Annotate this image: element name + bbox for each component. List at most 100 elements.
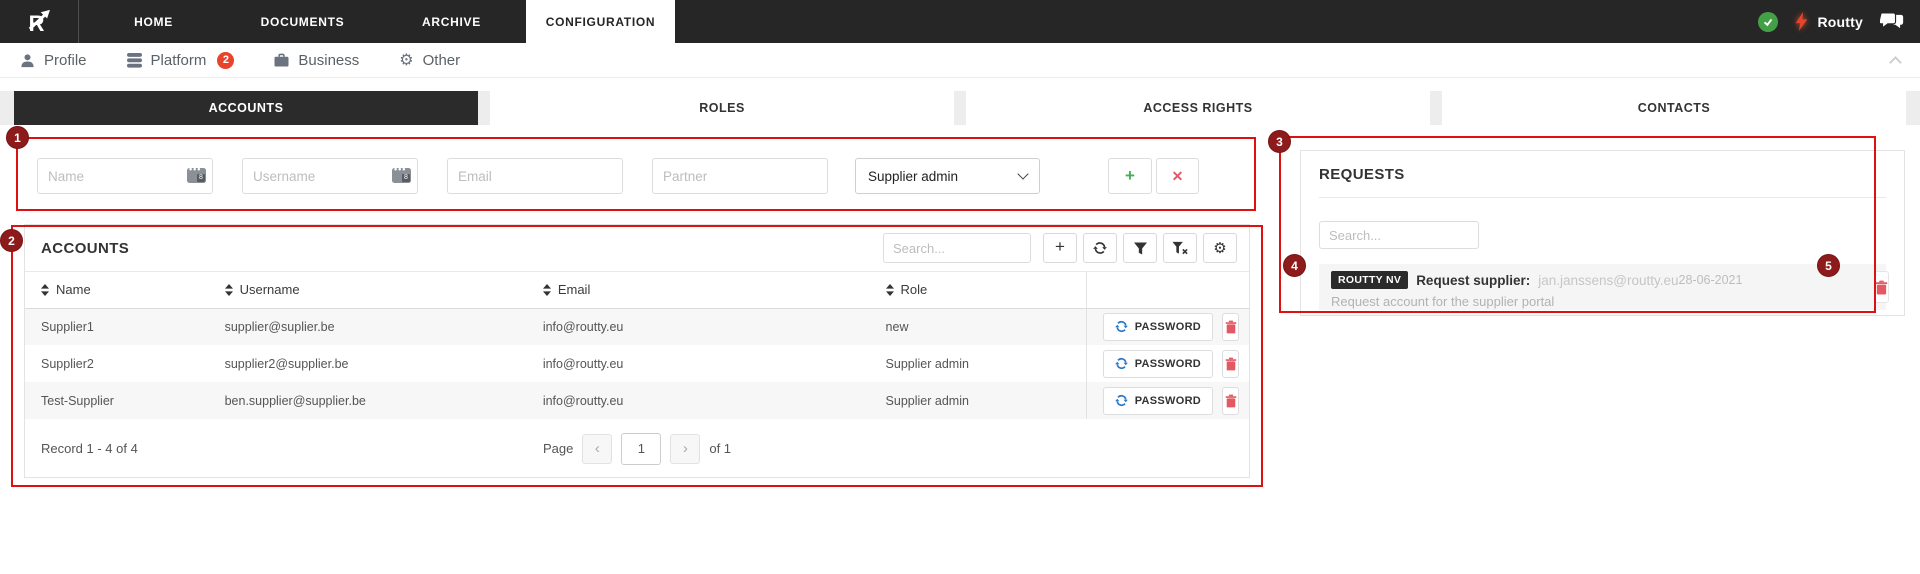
routty-logo[interactable]: R [0,0,79,43]
cell-email: info@routty.eu [527,382,870,419]
column-header-role[interactable]: Role [870,272,1087,308]
subnav-item-platform[interactable]: Platform 2 [127,52,235,69]
input-mask-icon: ••• 8 [187,168,206,183]
subnav-label-other: Other [423,52,461,69]
add-account-button[interactable]: + [1108,158,1152,194]
column-header-name[interactable]: Name [25,272,209,308]
page-number-input[interactable] [621,433,661,465]
subnav-item-business[interactable]: Business [274,52,359,69]
request-list-item: ROUTTY NV Request supplier: jan.janssens… [1319,264,1886,310]
mask-number: 8 [402,174,410,182]
cell-username: supplier2@supplier.be [209,345,527,382]
subnav-label-business: Business [298,52,359,69]
routty-logo-icon: R [24,7,54,37]
reset-password-button[interactable]: PASSWORD [1103,313,1213,341]
nav-tab-archive[interactable]: ARCHIVE [377,0,526,43]
accounts-table-header-row: Name Username Email Role [25,272,1249,308]
pagination: Page ‹ › of 1 [543,433,731,465]
page-label: Page [543,441,573,456]
next-page-button[interactable]: › [670,434,700,464]
cell-name: Test-Supplier [25,382,209,419]
settings-button[interactable]: ⚙ [1203,233,1237,263]
clear-form-button[interactable]: ✕ [1156,158,1199,194]
delete-account-button[interactable] [1222,387,1239,415]
trash-icon [1225,357,1237,371]
delete-request-button[interactable] [1874,271,1889,303]
nav-tab-documents[interactable]: DOCUMENTS [228,0,377,43]
accounts-panel: ACCOUNTS + [24,224,1250,478]
column-header-actions [1086,272,1249,308]
nav-tab-configuration[interactable]: CONFIGURATION [526,0,675,43]
chat-icon[interactable] [1880,12,1905,31]
nav-tab-home[interactable]: HOME [79,0,228,43]
main-nav-tabs: HOME DOCUMENTS ARCHIVE CONFIGURATION [79,0,675,43]
page-total-label: of 1 [709,441,731,456]
accounts-panel-title: ACCOUNTS [41,240,129,257]
collapse-chevron-up-icon[interactable] [1889,56,1902,69]
trash-icon [1225,320,1237,334]
subnav-label-profile: Profile [44,52,87,69]
cell-name: Supplier2 [25,345,209,382]
cell-email: info@routty.eu [527,308,870,345]
secondary-navigation-bar: Profile Platform 2 Business ⚙ Other [0,43,1920,78]
subnav-item-other[interactable]: ⚙ Other [399,52,460,69]
previous-page-button[interactable]: ‹ [582,434,612,464]
tab-access-rights[interactable]: ACCESS RIGHTS [966,91,1430,125]
column-header-username[interactable]: Username [209,272,527,308]
table-row: Supplier1 supplier@suplier.be info@routt… [25,308,1249,345]
sort-icon [225,284,233,296]
subnav-label-platform: Platform [151,52,207,69]
topnav-right-section: Routty [1758,0,1920,43]
annotation-circle-1: 1 [6,126,29,149]
database-icon [127,53,142,68]
column-header-email[interactable]: Email [527,272,870,308]
subnav-item-profile[interactable]: Profile [20,52,87,69]
sort-icon [41,284,49,296]
mask-dots: ••• [394,164,406,174]
reset-password-button[interactable]: PASSWORD [1103,387,1213,415]
clear-filter-button[interactable] [1163,233,1197,263]
trash-icon [1225,394,1237,408]
annotation-circle-2: 2 [0,229,23,252]
cell-role: Supplier admin [870,345,1087,382]
cell-name: Supplier1 [25,308,209,345]
filter-button[interactable] [1123,233,1157,263]
role-select[interactable]: Supplier admin [855,158,1040,194]
partner-input[interactable] [652,158,828,194]
requests-panel-title: REQUESTS [1319,151,1886,183]
delete-account-button[interactable] [1222,350,1239,378]
tab-contacts[interactable]: CONTACTS [1442,91,1906,125]
delete-account-button[interactable] [1222,313,1239,341]
record-count: Record 1 - 4 of 4 [41,441,138,456]
accounts-panel-header: ACCOUNTS + [25,225,1249,272]
reset-password-button[interactable]: PASSWORD [1103,350,1213,378]
brand-group: Routty [1795,12,1863,31]
platform-count-badge: 2 [217,52,234,69]
gear-icon: ⚙ [399,52,413,68]
company-badge: ROUTTY NV [1331,271,1408,289]
briefcase-icon [274,53,289,67]
email-input[interactable] [447,158,623,194]
refresh-icon [1093,241,1107,255]
table-row: Supplier2 supplier2@supplier.be info@rou… [25,345,1249,382]
tab-accounts[interactable]: ACCOUNTS [14,91,478,125]
filter-icon [1133,242,1148,255]
request-description: Request account for the supplier portal [1331,294,1679,309]
accounts-search-input[interactable] [883,233,1031,263]
add-row-button[interactable]: + [1043,233,1077,263]
name-field-wrap: ••• 8 [37,158,213,194]
request-content: ROUTTY NV Request supplier: jan.janssens… [1331,264,1679,310]
brand-name: Routty [1817,14,1863,30]
table-row: Test-Supplier ben.supplier@supplier.be i… [25,382,1249,419]
cell-role: Supplier admin [870,382,1087,419]
tab-roles[interactable]: ROLES [490,91,954,125]
request-heading: Request supplier: [1416,273,1530,288]
chevron-down-icon [1017,168,1028,179]
accounts-toolbar: + [883,233,1237,263]
requests-search-input[interactable] [1319,221,1479,249]
refresh-button[interactable] [1083,233,1117,263]
status-check-icon [1758,12,1778,32]
table-footer: Record 1 - 4 of 4 Page ‹ › of 1 [25,419,1249,478]
refresh-icon [1115,394,1128,407]
plus-icon: + [1055,237,1065,257]
